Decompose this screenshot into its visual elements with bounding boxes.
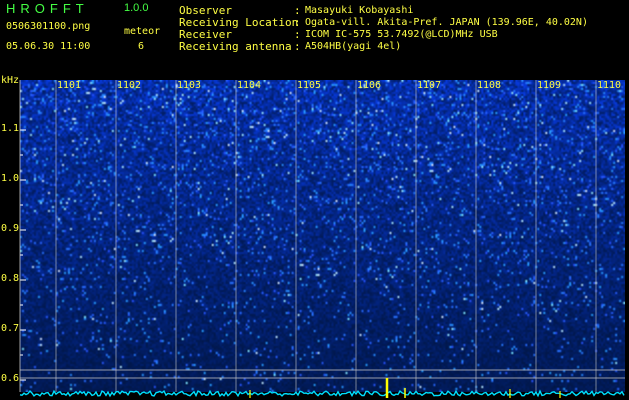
receiver-value: ICOM IC-575 53.7492(@LCD)MHz USB	[305, 29, 498, 40]
observer-colon: :	[294, 4, 301, 17]
observer-label: Observer	[179, 4, 232, 17]
antenna-colon: :	[294, 40, 301, 53]
x-tick-label: 1103	[177, 80, 202, 91]
y-tick-label: 0.8	[1, 273, 20, 284]
x-tick-label: 1107	[417, 80, 442, 91]
y-tick-label: 0.6	[1, 373, 20, 384]
x-tick-label: 1104	[237, 80, 262, 91]
x-tick-label: 1102	[117, 80, 142, 91]
app-version: 1.0.0	[124, 2, 149, 14]
antenna-value: A504HB(yagi 4el)	[305, 41, 402, 52]
y-tick-label: 0.7	[1, 323, 20, 334]
receiver-label: Receiver	[179, 28, 232, 41]
receiver-colon: :	[294, 28, 301, 41]
detect-label: meteor	[124, 26, 161, 37]
location-label: Receiving Location	[179, 16, 299, 29]
noise-layer	[20, 80, 625, 392]
y-axis-unit: kHz	[1, 75, 20, 86]
antenna-label: Receiving antenna	[179, 40, 292, 53]
x-tick-label: 1110	[597, 80, 622, 91]
noise-texture	[20, 80, 625, 392]
y-tick-label: 1.1	[1, 123, 20, 134]
x-tick-label: 1101	[57, 80, 82, 91]
file-name: 0506301100.png	[6, 21, 91, 32]
x-tick-label: 1106	[357, 80, 382, 91]
detect-count: 6	[138, 41, 145, 52]
x-tick-label: 1109	[537, 80, 562, 91]
spectrogram-chart	[0, 0, 629, 400]
datetime: 05.06.30 11:00	[6, 41, 91, 52]
y-tick-label: 1.0	[1, 173, 20, 184]
x-tick-label: 1105	[297, 80, 322, 91]
location-colon: :	[294, 16, 301, 29]
x-tick-label: 1108	[477, 80, 502, 91]
observer-value: Masayuki Kobayashi	[305, 5, 414, 16]
y-tick-label: 0.9	[1, 223, 20, 234]
location-value: Ogata-vill. Akita-Pref. JAPAN (139.96E, …	[305, 17, 588, 28]
app-title: HROFFT	[6, 1, 89, 16]
